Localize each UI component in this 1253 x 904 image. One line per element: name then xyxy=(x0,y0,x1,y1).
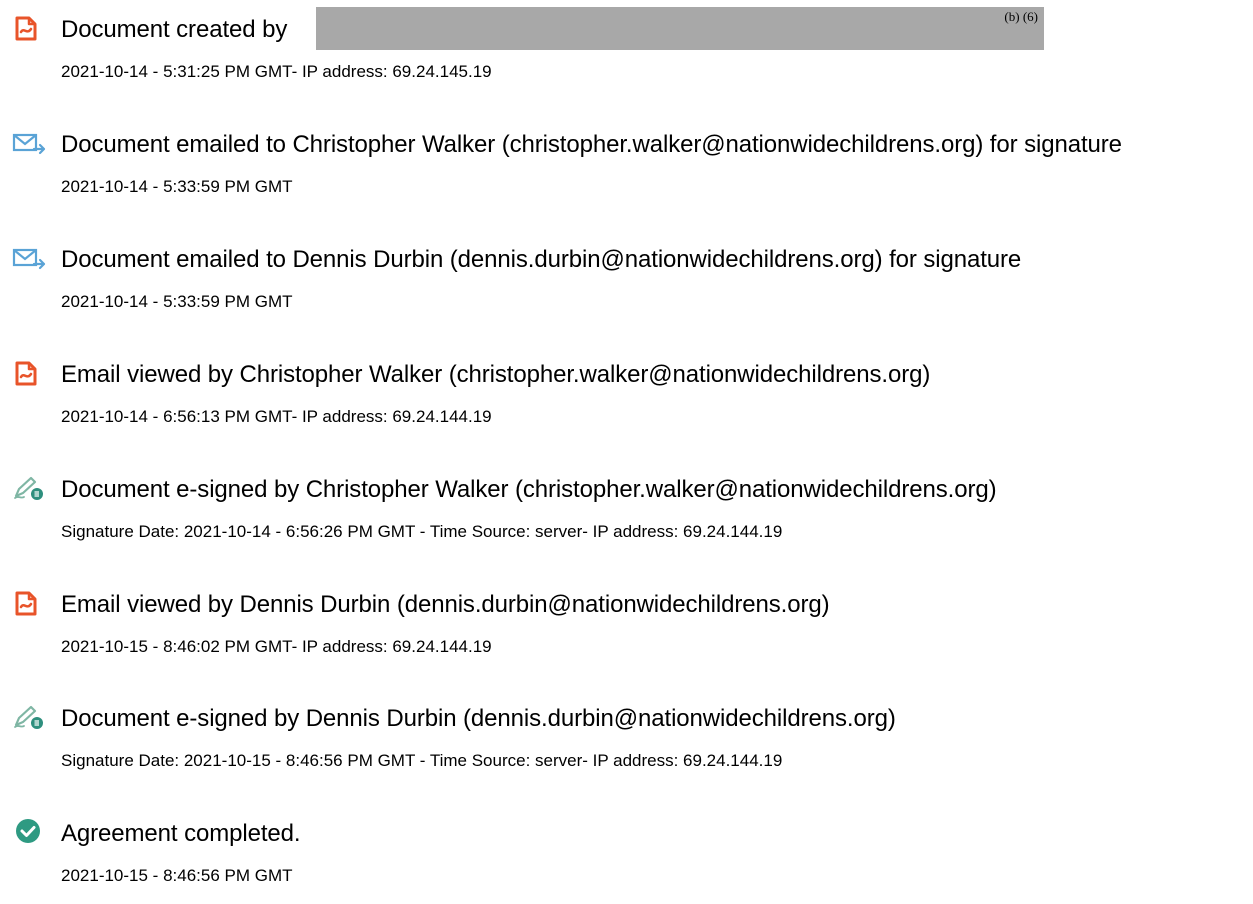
document-icon xyxy=(12,14,46,42)
event-timestamp: 2021-10-14 - 6:56:13 PM GMT- IP address:… xyxy=(61,407,492,426)
event-headline: Document emailed to Dennis Durbin (denni… xyxy=(61,246,1022,273)
event-timestamp: 2021-10-14 - 5:33:59 PM GMT xyxy=(61,292,293,311)
audit-event-emailed-walker: Document emailed to Christopher Walker (… xyxy=(0,115,1253,215)
event-headline: Agreement completed. xyxy=(61,820,301,847)
email-sent-icon xyxy=(12,244,46,272)
event-headline: Email viewed by Christopher Walker (chri… xyxy=(61,361,931,388)
document-icon xyxy=(12,589,46,617)
event-headline: Email viewed by Dennis Durbin (dennis.du… xyxy=(61,591,830,618)
event-headline: Document e-signed by Christopher Walker … xyxy=(61,476,997,503)
check-circle-icon xyxy=(12,818,46,846)
event-signature-detail: Signature Date: 2021-10-14 - 6:56:26 PM … xyxy=(61,522,783,541)
audit-event-viewed-walker: Email viewed by Christopher Walker (chri… xyxy=(0,345,1253,445)
audit-event-viewed-durbin: Email viewed by Dennis Durbin (dennis.du… xyxy=(0,575,1253,675)
esign-pen-icon xyxy=(12,703,46,731)
esign-pen-icon xyxy=(12,474,46,502)
event-headline: Document created by xyxy=(61,16,288,43)
email-sent-icon xyxy=(12,129,46,157)
document-icon xyxy=(12,359,46,387)
audit-event-signed-walker: Document e-signed by Christopher Walker … xyxy=(0,460,1253,560)
event-headline: Document emailed to Christopher Walker (… xyxy=(61,131,1122,158)
event-timestamp: 2021-10-15 - 8:46:56 PM GMT xyxy=(61,866,293,885)
audit-event-document-created: Document created by (b) (6) 2021-10-14 -… xyxy=(0,0,1253,100)
event-timestamp: 2021-10-15 - 8:46:02 PM GMT- IP address:… xyxy=(61,637,492,656)
audit-event-signed-durbin: Document e-signed by Dennis Durbin (denn… xyxy=(0,689,1253,789)
audit-event-agreement-completed: Agreement completed. 2021-10-15 - 8:46:5… xyxy=(0,804,1253,904)
redaction-box: (b) (6) xyxy=(316,7,1044,50)
event-timestamp: 2021-10-14 - 5:31:25 PM GMT- IP address:… xyxy=(61,62,492,81)
event-headline: Document e-signed by Dennis Durbin (denn… xyxy=(61,705,896,732)
redaction-code: (b) (6) xyxy=(1004,9,1038,24)
event-timestamp: 2021-10-14 - 5:33:59 PM GMT xyxy=(61,177,293,196)
event-signature-detail: Signature Date: 2021-10-15 - 8:46:56 PM … xyxy=(61,751,783,770)
audit-event-emailed-durbin: Document emailed to Dennis Durbin (denni… xyxy=(0,230,1253,330)
